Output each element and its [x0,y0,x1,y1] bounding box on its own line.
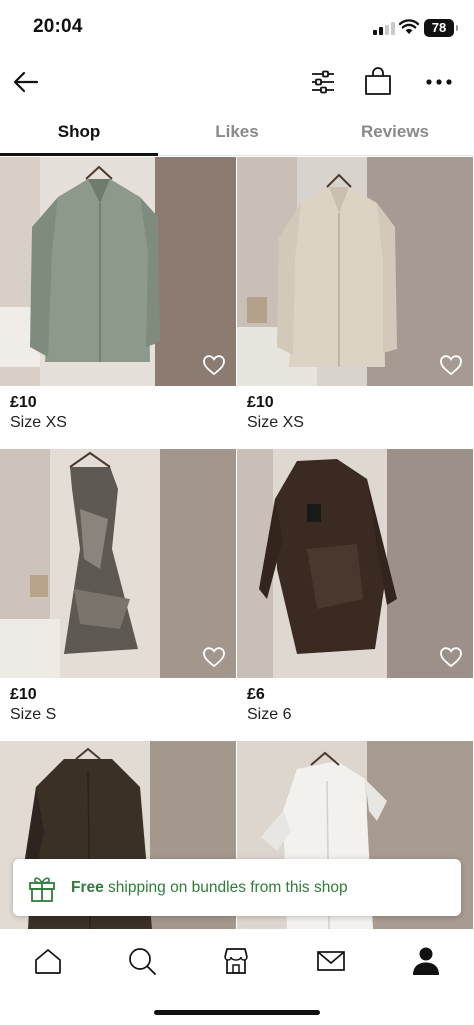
nav-home[interactable] [28,941,68,981]
nav-profile[interactable] [406,941,446,981]
heart-icon[interactable] [439,354,463,376]
tab-likes[interactable]: Likes [158,112,316,155]
heart-icon[interactable] [439,646,463,668]
banner-text: Free shipping on bundles from this shop [71,879,348,897]
nav-search[interactable] [122,941,162,981]
shopping-bag-icon [365,67,391,95]
search-icon [129,948,156,975]
banner-bold-text: Free [71,878,104,896]
back-arrow-icon [13,71,39,93]
heart-icon[interactable] [202,646,226,668]
inbox-icon [317,951,345,971]
product-size: Size 6 [247,706,292,723]
nav-shop[interactable] [216,941,256,981]
filter-sliders-icon [312,70,334,94]
status-bar: 20:04 78 [0,0,474,56]
product-size: Size XS [247,414,304,431]
status-time: 20:04 [33,16,83,37]
tab-shop[interactable]: Shop [0,112,158,156]
home-icon [35,949,61,974]
tab-bar: Shop Likes Reviews [0,112,474,156]
top-bar [0,56,474,108]
heart-icon[interactable] [202,354,226,376]
back-button[interactable] [6,62,46,102]
more-button[interactable] [418,62,460,102]
profile-icon [413,947,439,975]
product-photo[interactable] [0,449,236,678]
shop-icon [224,948,248,974]
product-photo[interactable] [237,157,473,386]
gift-icon [29,876,55,902]
more-dots-icon [426,79,452,85]
battery-indicator: 78 [424,19,458,37]
product-price: £6 [247,686,265,703]
cellular-signal-icon [373,22,395,35]
home-indicator [154,1010,320,1015]
product-size: Size XS [10,414,67,431]
product-price: £10 [10,686,37,703]
nav-inbox[interactable] [311,941,351,981]
wifi-icon [399,19,419,34]
product-price: £10 [247,394,274,411]
bottom-nav [0,929,474,1025]
product-size: Size S [10,706,57,723]
bundle-shipping-banner[interactable]: Free shipping on bundles from this shop [13,859,461,916]
product-photo[interactable] [0,157,236,386]
product-photo[interactable] [237,449,473,678]
bag-button[interactable] [357,60,399,102]
product-price: £10 [10,394,37,411]
filter-button[interactable] [303,62,343,102]
banner-body-text: shipping on bundles from this shop [103,878,348,896]
tab-reviews[interactable]: Reviews [316,112,474,155]
